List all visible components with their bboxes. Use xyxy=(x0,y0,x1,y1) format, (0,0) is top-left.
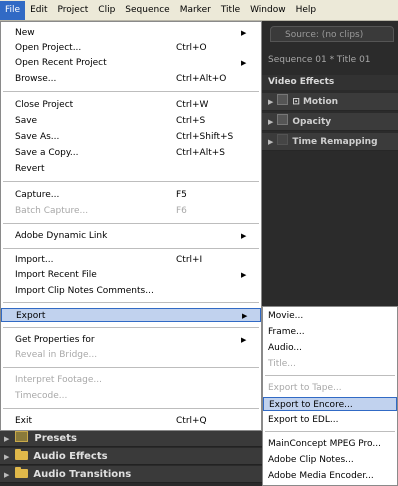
motion-icon: ⊡ xyxy=(292,97,300,107)
menu-item-export-tape: Export to Tape... xyxy=(268,383,342,393)
menu-item-import-clip-notes[interactable]: Import Clip Notes Comments... xyxy=(1,284,261,298)
menu-bar: File Edit Project Clip Sequence Marker T… xyxy=(0,0,398,21)
menu-item-close-project[interactable]: Close Project Ctrl+W xyxy=(1,98,261,112)
tab-source[interactable]: Source: (no clips) xyxy=(270,26,394,42)
menu-item-import-recent[interactable]: Import Recent File ▶ xyxy=(1,268,261,282)
menu-item-timecode: Timecode... xyxy=(15,391,68,401)
menu-separator xyxy=(265,375,395,376)
menu-item-save[interactable]: Save Ctrl+S xyxy=(1,114,261,128)
fx-icon[interactable] xyxy=(277,114,289,125)
folder-label: Presets xyxy=(34,433,77,444)
effect-label: Opacity xyxy=(292,117,332,127)
menu-item-import[interactable]: Import... Ctrl+I xyxy=(1,253,261,267)
menu-item-frame[interactable]: Frame... xyxy=(263,325,397,339)
folder-icon xyxy=(15,449,29,460)
sequence-label: Sequence 01 * Title 01 xyxy=(268,55,371,65)
menu-separator xyxy=(3,91,259,92)
menu-item-reveal-bridge: Reveal in Bridge... xyxy=(15,350,98,360)
export-submenu: Movie... Frame... Audio... Title... Expo… xyxy=(262,306,398,486)
menu-item-dynamic-link[interactable]: Adobe Dynamic Link ▶ xyxy=(1,229,261,243)
submenu-arrow-icon: ▶ xyxy=(241,336,247,344)
effect-label: Motion xyxy=(302,97,339,107)
menu-item-clip-notes[interactable]: Adobe Clip Notes... xyxy=(263,453,397,467)
effect-time-remapping[interactable]: ▶ Time Remapping xyxy=(262,133,398,151)
menu-separator xyxy=(3,223,259,224)
menu-edit[interactable]: Edit xyxy=(25,1,52,20)
expand-triangle-icon[interactable]: ▶ xyxy=(268,118,273,126)
video-effects-header: Video Effects xyxy=(262,75,398,90)
menu-title[interactable]: Title xyxy=(216,1,245,20)
effect-label: Time Remapping xyxy=(292,137,378,147)
expand-triangle-icon[interactable]: ▶ xyxy=(4,453,9,461)
submenu-arrow-icon: ▶ xyxy=(242,312,248,320)
menu-separator xyxy=(3,302,259,303)
expand-triangle-icon[interactable]: ▶ xyxy=(4,435,9,443)
menu-item-open-recent[interactable]: Open Recent Project ▶ xyxy=(1,56,261,70)
menu-item-media-encoder[interactable]: Adobe Media Encoder... xyxy=(263,469,397,483)
submenu-arrow-icon: ▶ xyxy=(241,271,247,279)
menu-item-interpret-footage: Interpret Footage... xyxy=(15,375,103,385)
effect-motion[interactable]: ▶ ⊡ Motion xyxy=(262,93,398,111)
menu-project[interactable]: Project xyxy=(53,1,94,20)
folder-label: Audio Transitions xyxy=(33,469,132,480)
menu-item-open-project[interactable]: Open Project... Ctrl+O xyxy=(1,41,261,55)
menu-item-get-properties[interactable]: Get Properties for ▶ xyxy=(1,333,261,347)
menu-item-capture[interactable]: Capture... F5 xyxy=(1,188,261,202)
menu-separator xyxy=(265,431,395,432)
folder-presets[interactable]: ▶ Presets xyxy=(0,430,262,447)
menu-item-title: Title... xyxy=(268,359,296,369)
menu-item-exit[interactable]: Exit Ctrl+Q xyxy=(1,414,261,428)
menu-item-mainconcept[interactable]: MainConcept MPEG Pro... xyxy=(263,437,397,451)
menu-window[interactable]: Window xyxy=(245,1,291,20)
fx-icon[interactable] xyxy=(277,94,289,105)
menu-separator xyxy=(3,181,259,182)
menu-separator xyxy=(3,367,259,368)
folder-audio-transitions[interactable]: ▶ Audio Transitions xyxy=(0,466,262,483)
expand-triangle-icon[interactable]: ▶ xyxy=(4,471,9,479)
file-menu: New ▶ Open Project... Ctrl+O Open Recent P… xyxy=(0,21,262,431)
menu-item-audio[interactable]: Audio... xyxy=(263,341,397,355)
submenu-arrow-icon: ▶ xyxy=(241,59,247,67)
effect-opacity[interactable]: ▶ Opacity xyxy=(262,113,398,131)
menu-item-export[interactable]: Export ▶ xyxy=(1,308,261,322)
menu-item-export-edl[interactable]: Export to EDL... xyxy=(263,413,397,427)
submenu-arrow-icon: ▶ xyxy=(241,232,247,240)
menu-item-revert[interactable]: Revert xyxy=(1,162,261,176)
effects-panel: ▶ Presets ▶ Audio Effects ▶ Audio Transitio… xyxy=(0,427,262,486)
menu-item-save-as[interactable]: Save As... Ctrl+Shift+S xyxy=(1,130,261,144)
fx-icon xyxy=(277,134,289,145)
expand-triangle-icon[interactable]: ▶ xyxy=(268,138,273,146)
menu-item-batch-capture: Batch Capture... F6 xyxy=(15,206,187,216)
folder-label: Audio Effects xyxy=(33,451,108,462)
presets-icon xyxy=(15,431,29,442)
menu-help[interactable]: Help xyxy=(291,1,322,20)
folder-audio-effects[interactable]: ▶ Audio Effects xyxy=(0,448,262,465)
folder-icon xyxy=(15,467,29,478)
menu-file[interactable]: File xyxy=(0,0,26,20)
expand-triangle-icon[interactable]: ▶ xyxy=(268,98,273,106)
menu-item-browse[interactable]: Browse... Ctrl+Alt+O xyxy=(1,72,261,86)
effect-controls-panel: Source: (no clips) Sequence 01 * Title 0… xyxy=(262,21,398,311)
menu-item-export-encore[interactable]: Export to Encore... xyxy=(263,397,397,411)
menu-marker[interactable]: Marker xyxy=(175,1,216,20)
menu-item-new[interactable]: New ▶ xyxy=(1,26,261,40)
menu-separator xyxy=(3,327,259,328)
submenu-arrow-icon: ▶ xyxy=(241,29,247,37)
menu-item-save-copy[interactable]: Save a Copy... Ctrl+Alt+S xyxy=(1,146,261,160)
menu-sequence[interactable]: Sequence xyxy=(120,1,174,20)
menu-separator xyxy=(3,408,259,409)
menu-item-movie[interactable]: Movie... xyxy=(263,309,397,323)
menu-separator xyxy=(3,248,259,249)
menu-clip[interactable]: Clip xyxy=(93,1,120,20)
